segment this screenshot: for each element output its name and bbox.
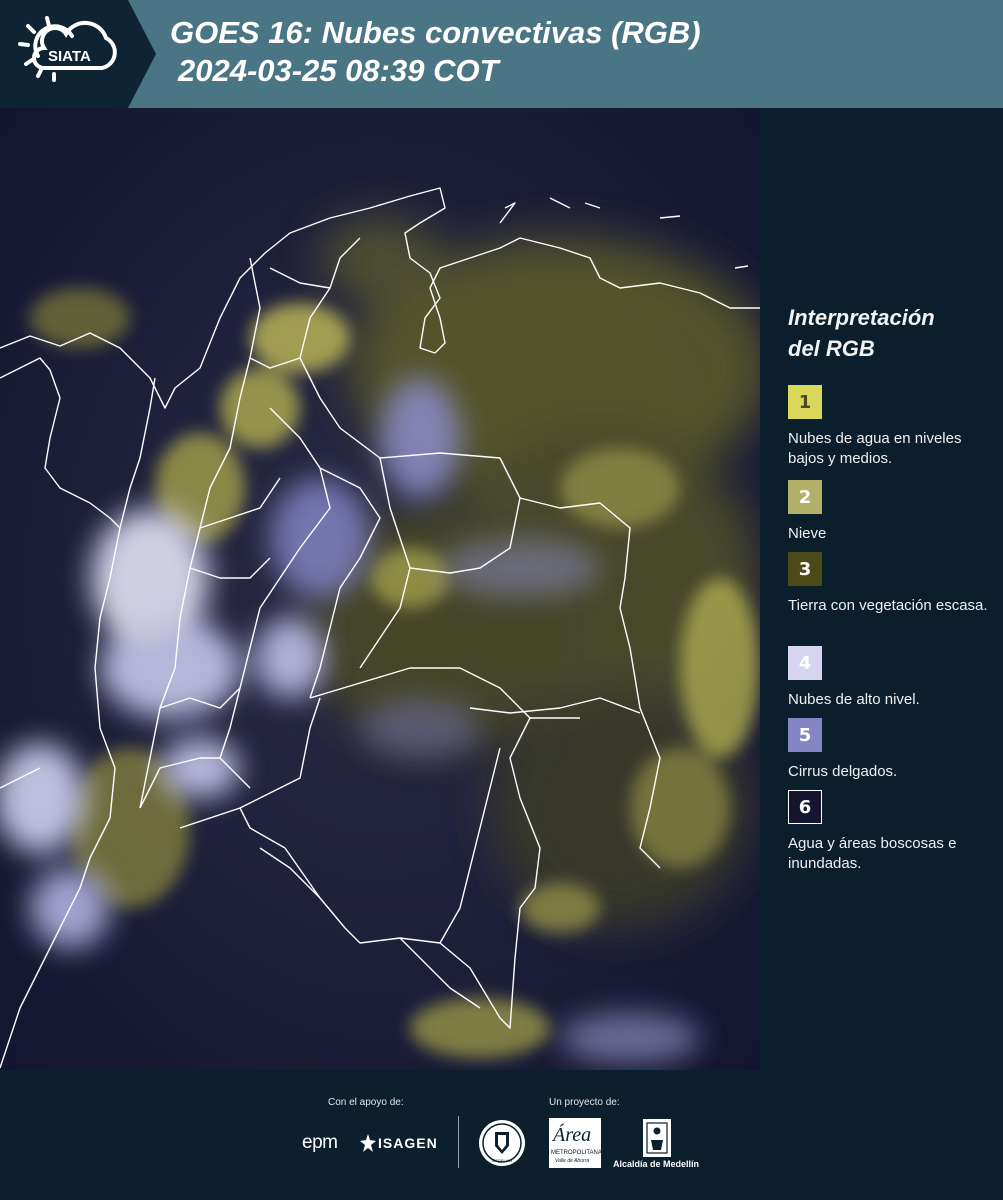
footer-bar: Con el apoyo de: Un proyecto de: epm ISA… bbox=[0, 1070, 1003, 1200]
legend-panel: Interpretación del RGB 1 Nubes de agua e… bbox=[760, 108, 1003, 1070]
epm-logo: epm bbox=[302, 1132, 338, 1153]
legend-item-4: 4 Nubes de alto nivel. bbox=[788, 646, 993, 710]
legend-label: Nieve bbox=[788, 525, 827, 542]
area-logo-title: Área bbox=[553, 1124, 592, 1146]
support-label: Con el apoyo de: bbox=[328, 1097, 404, 1108]
legend-item-6: 6 Agua y áreas boscosas e inundadas. bbox=[788, 790, 993, 874]
siata-logo-icon: SIATA bbox=[18, 16, 117, 82]
legend-title: Interpretación del RGB bbox=[788, 302, 935, 364]
legend-label: Agua y áreas boscosas e inundadas. bbox=[788, 835, 957, 872]
title-product: GOES 16: Nubes convectivas (RGB) bbox=[170, 15, 701, 50]
legend-swatch: 5 bbox=[788, 718, 822, 752]
area-metropolitana-logo: Área METROPOLITANA Valle de Aburrá bbox=[549, 1118, 602, 1168]
svg-text:MEDELLÍN: MEDELLÍN bbox=[492, 1158, 512, 1163]
isagen-logo-icon bbox=[360, 1134, 376, 1152]
legend-swatch: 4 bbox=[788, 646, 822, 680]
legend-title-line1: Interpretación bbox=[788, 305, 935, 330]
header-bar: SIATA GOES 16: Nubes convectivas (RGB) 2… bbox=[0, 0, 1003, 108]
satellite-image bbox=[0, 108, 770, 1070]
legend-label: Nubes de alto nivel. bbox=[788, 691, 920, 708]
area-logo-sub1: METROPOLITANA bbox=[551, 1150, 602, 1156]
alcaldia-shield-icon bbox=[643, 1119, 671, 1157]
legend-item-2: 2 Nieve bbox=[788, 480, 993, 544]
page-title: GOES 16: Nubes convectivas (RGB) 2024-03… bbox=[170, 14, 701, 90]
legend-title-line2: del RGB bbox=[788, 336, 875, 361]
area-logo-sub2: Valle de Aburrá bbox=[555, 1158, 590, 1164]
alcaldia-label: Alcaldía de Medellín bbox=[613, 1159, 700, 1169]
svg-text:SIATA: SIATA bbox=[48, 48, 91, 65]
legend-swatch: 6 bbox=[788, 790, 822, 824]
legend-item-5: 5 Cirrus delgados. bbox=[788, 718, 993, 782]
legend-swatch: 1 bbox=[788, 385, 822, 419]
satellite-map bbox=[0, 108, 770, 1070]
project-label: Un proyecto de: bbox=[549, 1097, 620, 1108]
legend-label: Tierra con vegetación escasa. bbox=[788, 597, 988, 614]
isagen-logo: ISAGEN bbox=[378, 1135, 438, 1151]
logo-panel: SIATA bbox=[0, 0, 128, 108]
legend-item-1: 1 Nubes de agua en niveles bajos y medio… bbox=[788, 385, 993, 469]
legend-swatch: 3 bbox=[788, 552, 822, 586]
legend-label: Cirrus delgados. bbox=[788, 763, 898, 780]
title-datetime: 2024-03-25 08:39 COT bbox=[178, 53, 499, 88]
legend-label: Nubes de agua en niveles bajos y medios. bbox=[788, 430, 962, 467]
legend-swatch: 2 bbox=[788, 480, 822, 514]
legend-item-3: 3 Tierra con vegetación escasa. bbox=[788, 552, 993, 616]
footer-divider bbox=[458, 1116, 459, 1168]
medellin-seal-icon: MEDELLÍN bbox=[479, 1120, 525, 1166]
logo-arrow bbox=[128, 0, 156, 108]
